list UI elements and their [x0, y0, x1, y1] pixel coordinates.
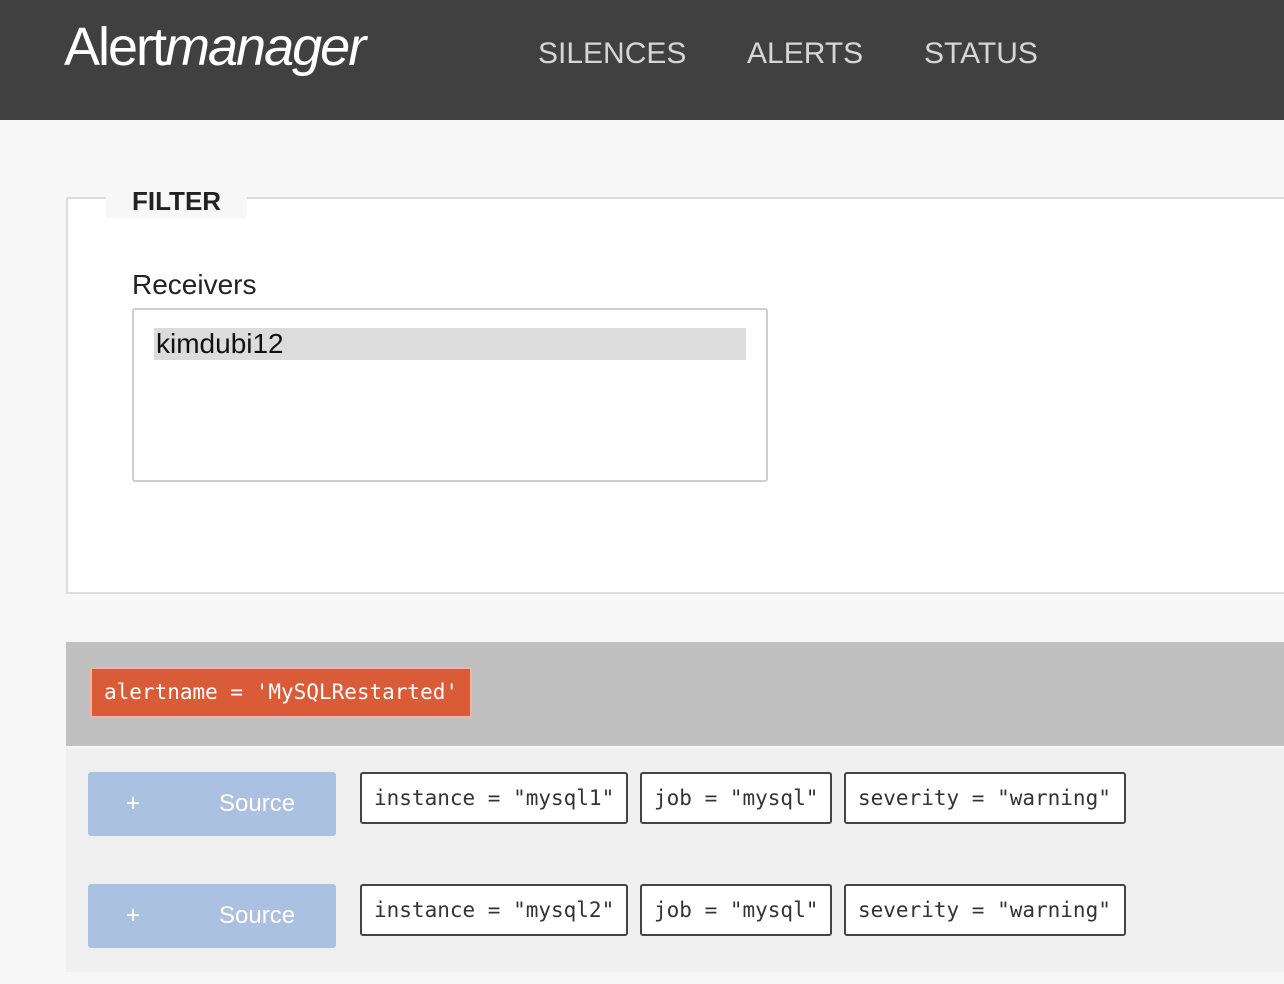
filter-legend: FILTER [106, 184, 248, 218]
plus-icon: + [126, 790, 141, 817]
navbar: Alertmanager SILENCES ALERTS STATUS [0, 0, 1284, 120]
plus-icon: + [126, 902, 141, 929]
brand-text-alert: Alert [64, 17, 167, 77]
nav-alerts[interactable]: ALERTS [747, 36, 863, 72]
alert-label-severity[interactable]: severity = "warning" [844, 772, 1126, 824]
receiver-option[interactable]: kimdubi12 [154, 328, 746, 360]
brand-logo[interactable]: Alertmanager [64, 14, 366, 80]
alert-label-instance[interactable]: instance = "mysql2" [360, 884, 628, 936]
alert-label-job[interactable]: job = "mysql" [640, 884, 832, 936]
alert-group-label[interactable]: alertname = 'MySQLRestarted' [90, 667, 473, 718]
receivers-select[interactable]: kimdubi12 [132, 308, 768, 482]
alert-label-instance[interactable]: instance = "mysql1" [360, 772, 628, 824]
alert-label-job[interactable]: job = "mysql" [640, 772, 832, 824]
source-button-label: Source [219, 790, 296, 817]
source-button[interactable]: + Source [88, 772, 336, 836]
source-button[interactable]: + Source [88, 884, 336, 948]
nav-status[interactable]: STATUS [924, 36, 1038, 72]
receivers-label: Receivers [132, 269, 257, 300]
brand-text-manager: manager [165, 17, 366, 77]
alert-label-severity[interactable]: severity = "warning" [844, 884, 1126, 936]
source-button-label: Source [219, 902, 296, 929]
nav-silences[interactable]: SILENCES [538, 36, 686, 72]
